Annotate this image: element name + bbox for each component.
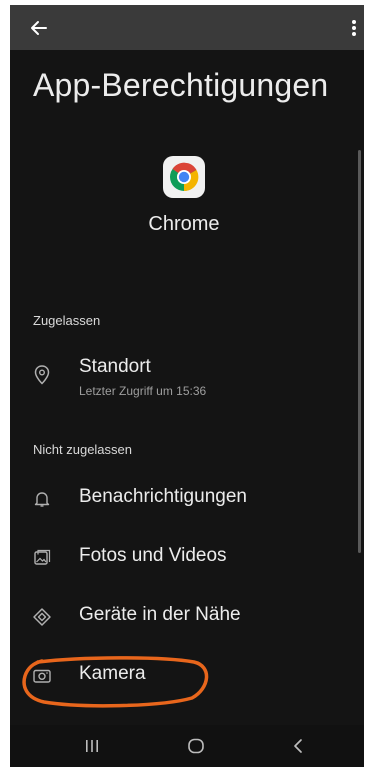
- permission-item-geraete-in-der-naehe[interactable]: Geräte in der Nähe: [10, 595, 364, 647]
- home-icon: [188, 738, 204, 754]
- section-header-denied: Nicht zugelassen: [33, 442, 132, 457]
- back-chevron-icon: [294, 739, 302, 753]
- arrow-left-icon: [31, 21, 47, 35]
- permission-label: Standort: [79, 356, 151, 377]
- system-navigation-bar: [10, 725, 364, 767]
- permission-item-fotos-und-videos[interactable]: Fotos und Videos: [10, 536, 364, 588]
- app-name: Chrome: [148, 213, 220, 235]
- permission-item-benachrichtigungen[interactable]: Benachrichtigungen: [10, 477, 364, 529]
- app-bar: [10, 5, 364, 50]
- app-icon: [163, 156, 205, 198]
- back-button[interactable]: [24, 13, 54, 43]
- phone-screen: App-Berechtigungen Chrome Zugelassen Sta…: [10, 5, 364, 767]
- camera-icon: [32, 666, 52, 686]
- chrome-logo-icon: [170, 162, 199, 192]
- more-options-button[interactable]: [344, 13, 364, 43]
- home-button[interactable]: [176, 731, 216, 761]
- page-title: App-Berechtigungen: [33, 67, 329, 103]
- permission-item-standort[interactable]: Standort Letzter Zugriff um 15:36: [10, 353, 364, 405]
- location-pin-icon: [32, 365, 52, 385]
- permission-label: Fotos und Videos: [79, 545, 227, 566]
- nearby-devices-icon: [32, 607, 52, 627]
- recents-icon: [86, 740, 98, 752]
- recents-button[interactable]: [72, 731, 112, 761]
- permission-label: Kamera: [79, 663, 146, 684]
- permission-sublabel: Letzter Zugriff um 15:36: [79, 384, 207, 398]
- back-nav-button[interactable]: [278, 731, 318, 761]
- photo-icon: [32, 548, 52, 568]
- bell-icon: [32, 489, 52, 509]
- permission-label: Geräte in der Nähe: [79, 604, 241, 625]
- permission-label: Benachrichtigungen: [79, 486, 247, 507]
- more-vert-icon: [352, 20, 356, 36]
- section-header-allowed: Zugelassen: [33, 313, 101, 328]
- permission-item-kamera[interactable]: Kamera: [10, 654, 364, 706]
